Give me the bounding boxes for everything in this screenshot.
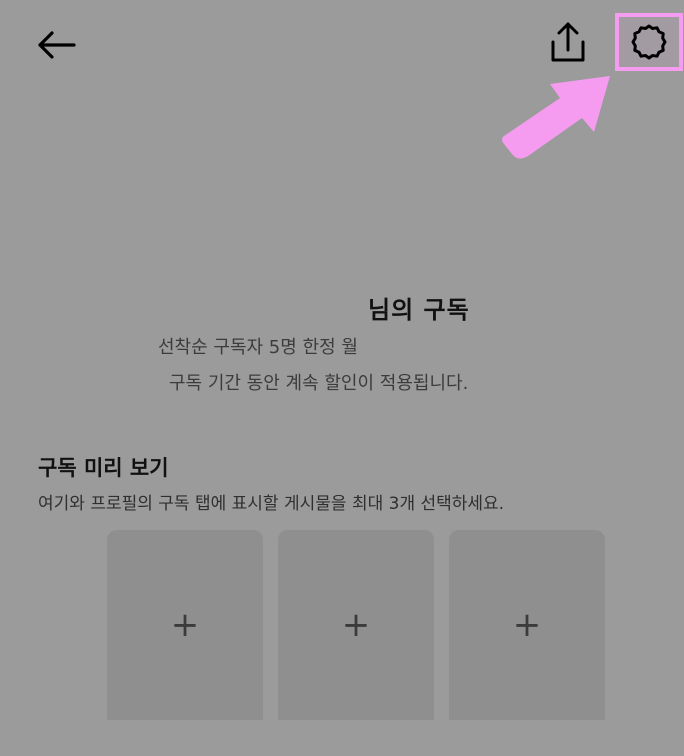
- arrow-left-icon: [38, 31, 76, 59]
- share-upload-icon: [551, 22, 585, 62]
- preview-section-title: 구독 미리 보기: [38, 456, 169, 480]
- preview-section-description: 여기와 프로필의 구독 탭에 표시할 게시물을 최대 3개 선택하세요.: [38, 494, 505, 514]
- add-post-slot-1[interactable]: +: [107, 530, 263, 720]
- subscription-title: 님의 구독: [368, 296, 470, 324]
- subscription-screen: 님의 구독 선착순 구독자 5명 한정 월 구독 기간 동안 계속 할인이 적용…: [0, 0, 684, 756]
- add-post-slot-3[interactable]: +: [449, 530, 605, 720]
- plus-icon: +: [170, 605, 200, 645]
- plus-icon: +: [341, 605, 371, 645]
- plus-icon: +: [512, 605, 542, 645]
- annotation-pointer-arrow: [502, 76, 610, 159]
- gear-icon: [631, 24, 667, 60]
- add-post-slot-2[interactable]: +: [278, 530, 434, 720]
- back-button[interactable]: [30, 22, 82, 68]
- share-button[interactable]: [546, 18, 590, 66]
- subscription-offer-text: 선착순 구독자 5명 한정 월: [158, 337, 358, 358]
- subscription-discount-text: 구독 기간 동안 계속 할인이 적용됩니다.: [169, 373, 469, 394]
- settings-button[interactable]: [615, 13, 683, 71]
